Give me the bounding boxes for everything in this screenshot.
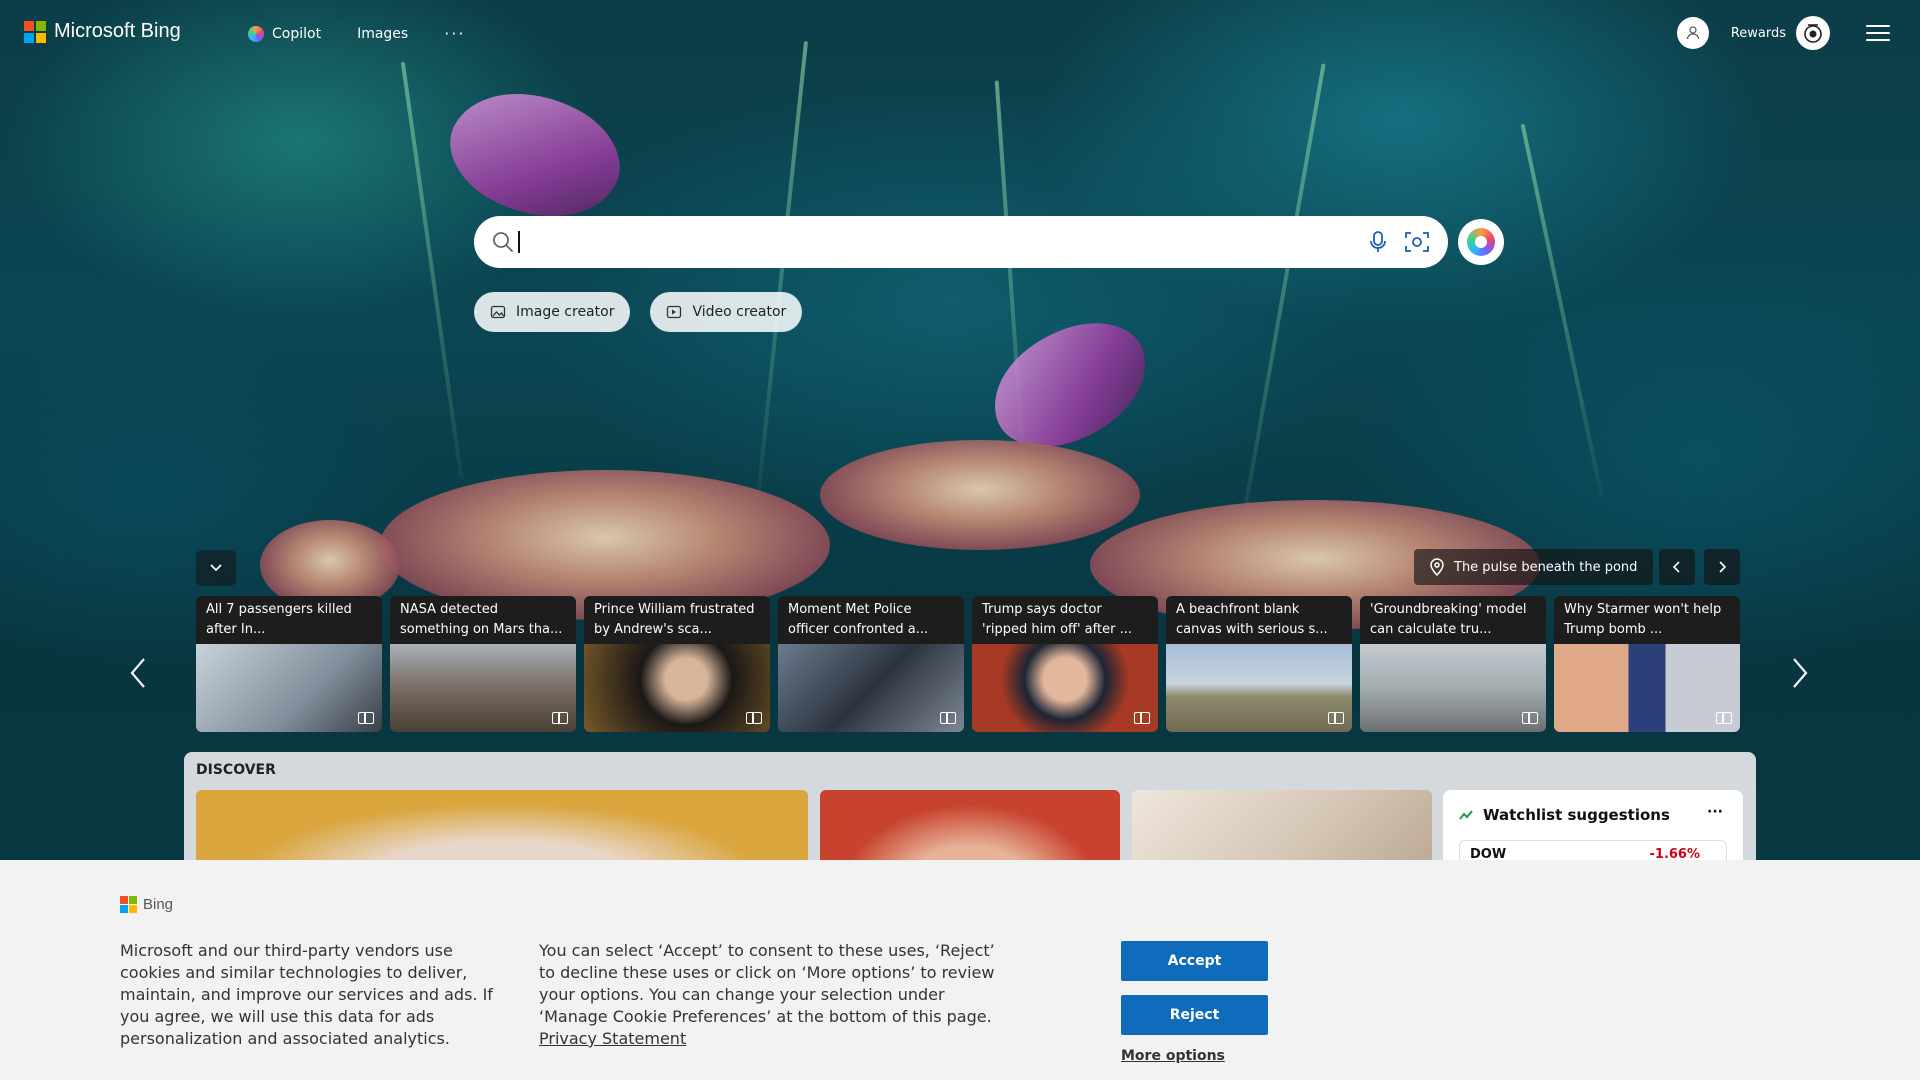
menu-button[interactable] xyxy=(1866,25,1890,41)
news-thumbnail xyxy=(972,644,1158,732)
more-nav-button[interactable]: ··· xyxy=(444,24,465,43)
chevron-left-icon xyxy=(130,658,145,688)
news-next-button[interactable] xyxy=(1790,656,1810,698)
news-title: Trump says doctor 'ripped him off' after… xyxy=(972,596,1158,644)
cookie-brand: Bing xyxy=(120,896,173,913)
rewards-label: Rewards xyxy=(1730,25,1786,41)
image-title: The pulse beneath the pond xyxy=(1454,559,1638,575)
chevron-right-icon xyxy=(1719,561,1727,573)
news-thumbnail xyxy=(196,644,382,732)
nav-item-label: Copilot xyxy=(272,25,322,42)
news-prev-button[interactable] xyxy=(128,656,148,698)
news-thumbnail xyxy=(1554,644,1740,732)
location-pin-icon xyxy=(1430,558,1444,576)
cookie-text-right: You can select ‘Accept’ to consent to th… xyxy=(539,940,999,1050)
news-title: Prince William frustrated by Andrew's sc… xyxy=(584,596,770,644)
cookie-text-left: Microsoft and our third-party vendors us… xyxy=(120,941,493,1048)
save-icon[interactable] xyxy=(746,712,762,724)
watchlist-title: Watchlist suggestions xyxy=(1483,806,1670,824)
copilot-search-button[interactable] xyxy=(1458,219,1504,265)
news-card[interactable]: Moment Met Police officer confronted a..… xyxy=(778,596,964,732)
news-carousel: All 7 passengers killed after In... NASA… xyxy=(196,596,1740,732)
news-card[interactable]: Prince William frustrated by Andrew's sc… xyxy=(584,596,770,732)
text-caret xyxy=(518,231,520,253)
next-image-button[interactable] xyxy=(1704,549,1740,585)
chevron-down-icon xyxy=(210,564,222,572)
news-title: Moment Met Police officer confronted a..… xyxy=(778,596,964,644)
top-nav: Copilot Images ··· xyxy=(248,24,465,43)
watchlist-more-button[interactable]: ··· xyxy=(1707,804,1723,820)
save-icon[interactable] xyxy=(1522,712,1538,724)
header-actions: Rewards xyxy=(1676,16,1890,50)
save-icon[interactable] xyxy=(1328,712,1344,724)
nav-item-copilot[interactable]: Copilot xyxy=(248,25,322,42)
more-options-link[interactable]: More options xyxy=(1121,1048,1225,1064)
news-title: A beachfront blank canvas with serious s… xyxy=(1166,596,1352,644)
reject-button[interactable]: Reject xyxy=(1121,995,1268,1035)
microphone-icon[interactable] xyxy=(1368,230,1388,254)
news-thumbnail xyxy=(778,644,964,732)
news-title: 'Groundbreaking' model can calculate tru… xyxy=(1360,596,1546,644)
accept-button[interactable]: Accept xyxy=(1121,941,1268,981)
privacy-statement-link[interactable]: Privacy Statement xyxy=(539,1029,686,1048)
chip-label: Image creator xyxy=(516,304,615,320)
cookie-banner: Bing Microsoft and our third-party vendo… xyxy=(0,860,1920,1080)
news-card[interactable]: 'Groundbreaking' model can calculate tru… xyxy=(1360,596,1546,732)
copilot-icon xyxy=(248,25,264,42)
search-tools xyxy=(1368,230,1430,254)
chip-label: Video creator xyxy=(692,304,787,320)
copilot-icon xyxy=(1467,228,1495,256)
image-info-button[interactable]: The pulse beneath the pond xyxy=(1414,549,1654,585)
discover-heading: DISCOVER xyxy=(196,762,276,778)
cookie-brand-name: Bing xyxy=(143,896,174,913)
trend-icon xyxy=(1459,810,1473,820)
nav-item-images[interactable]: Images xyxy=(357,26,408,42)
news-card[interactable]: Trump says doctor 'ripped him off' after… xyxy=(972,596,1158,732)
microsoft-logo-icon xyxy=(120,896,137,913)
collapse-feed-button[interactable] xyxy=(196,550,236,586)
video-creator-icon xyxy=(667,305,682,319)
image-creator-icon xyxy=(490,305,506,319)
news-card[interactable]: NASA detected something on Mars tha... xyxy=(390,596,576,732)
news-thumbnail xyxy=(1166,644,1352,732)
search-input[interactable] xyxy=(532,216,1368,268)
rewards-medal-icon xyxy=(1796,16,1830,50)
news-card[interactable]: Why Starmer won't help Trump bomb ... xyxy=(1554,596,1740,732)
news-title: Why Starmer won't help Trump bomb ... xyxy=(1554,596,1740,644)
nav-item-label: Images xyxy=(357,25,409,42)
microsoft-logo-icon xyxy=(24,20,46,43)
chevron-left-icon xyxy=(1672,561,1680,573)
cookie-text-body: You can select ‘Accept’ to consent to th… xyxy=(539,941,995,1026)
news-thumbnail xyxy=(1360,644,1546,732)
visual-search-icon[interactable] xyxy=(1404,230,1430,254)
save-icon[interactable] xyxy=(1716,712,1732,724)
brand-link[interactable]: Microsoft Bing xyxy=(24,20,181,43)
news-card[interactable]: A beachfront blank canvas with serious s… xyxy=(1166,596,1352,732)
save-icon[interactable] xyxy=(358,712,374,724)
save-icon[interactable] xyxy=(552,712,568,724)
rewards-button[interactable]: Rewards xyxy=(1731,16,1830,50)
chevron-right-icon xyxy=(1793,658,1808,688)
save-icon[interactable] xyxy=(940,712,956,724)
news-title: All 7 passengers killed after In... xyxy=(196,596,382,644)
creator-chips: Image creator Video creator xyxy=(474,292,803,332)
previous-image-button[interactable] xyxy=(1659,549,1695,585)
more-icon: ··· xyxy=(444,24,466,43)
save-icon[interactable] xyxy=(1134,712,1150,724)
top-bar: Microsoft Bing Copilot Images ··· Reward… xyxy=(0,0,1920,68)
image-creator-button[interactable]: Image creator xyxy=(474,292,631,332)
news-thumbnail xyxy=(390,644,576,732)
news-title: NASA detected something on Mars tha... xyxy=(390,596,576,644)
news-card[interactable]: All 7 passengers killed after In... xyxy=(196,596,382,732)
brand-name: Microsoft Bing xyxy=(54,20,181,42)
sign-in-button[interactable] xyxy=(1676,17,1709,49)
video-creator-button[interactable]: Video creator xyxy=(650,292,803,332)
search-icon xyxy=(493,232,513,252)
user-icon xyxy=(1686,26,1699,40)
news-thumbnail xyxy=(584,644,770,732)
search-box xyxy=(474,216,1448,268)
